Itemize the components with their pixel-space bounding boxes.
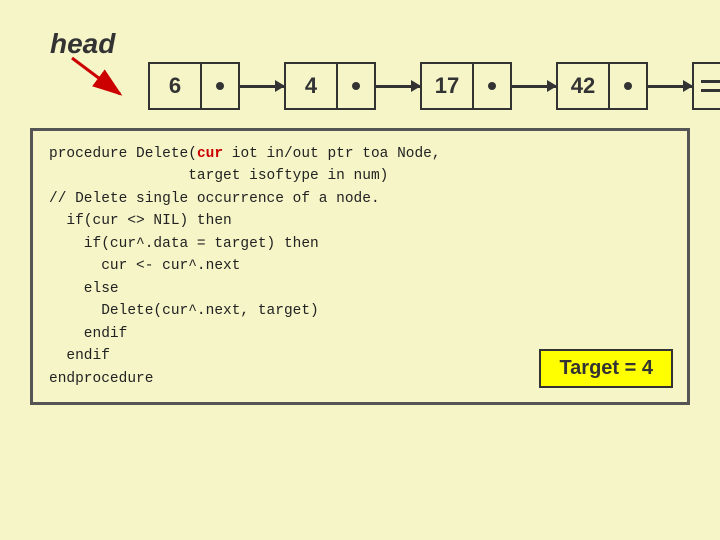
linked-list-row: 6 4 17 xyxy=(148,62,720,110)
target-badge: Target = 4 xyxy=(539,349,673,388)
null-line-2 xyxy=(701,89,720,92)
node-4-value: 4 xyxy=(286,62,338,110)
node-42-pointer xyxy=(610,62,646,110)
node-6-pointer xyxy=(202,62,238,110)
null-line-1 xyxy=(701,80,720,83)
pointer-dot-4 xyxy=(624,82,632,90)
pointer-dot xyxy=(216,82,224,90)
arrow-4 xyxy=(648,62,692,110)
node-4: 4 xyxy=(284,62,376,110)
code-box: procedure Delete(cur iot in/out ptr toa … xyxy=(30,128,690,405)
node-17-pointer xyxy=(474,62,510,110)
node-17: 17 xyxy=(420,62,512,110)
arrow-3 xyxy=(512,62,556,110)
node-6: 6 xyxy=(148,62,240,110)
node-17-value: 17 xyxy=(422,62,474,110)
node-4-pointer xyxy=(338,62,374,110)
node-6-value: 6 xyxy=(150,62,202,110)
node-42: 42 xyxy=(556,62,648,110)
arrow-line-3 xyxy=(512,85,556,88)
pointer-dot-3 xyxy=(488,82,496,90)
null-marker xyxy=(694,80,720,92)
arrow-2 xyxy=(376,62,420,110)
arrow-line-2 xyxy=(376,85,420,88)
node-42-value: 42 xyxy=(558,62,610,110)
arrow-1 xyxy=(240,62,284,110)
code-line-1: procedure Delete(cur iot in/out ptr toa … xyxy=(49,146,441,387)
head-label: head xyxy=(50,28,115,60)
pointer-dot-2 xyxy=(352,82,360,90)
arrow-line-4 xyxy=(648,85,692,88)
main-container: head 6 xyxy=(0,0,720,540)
terminal-node xyxy=(692,62,720,110)
arrow-line-1 xyxy=(240,85,284,88)
